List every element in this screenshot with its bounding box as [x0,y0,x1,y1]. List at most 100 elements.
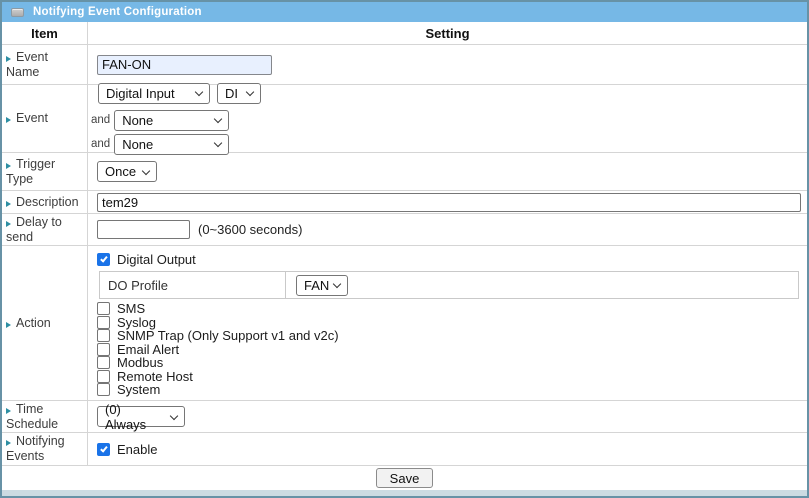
action-option-row: Remote Host [97,370,801,384]
action-label-text: Action [16,316,51,330]
checkmark-icon [100,254,107,262]
arrow-bullet-icon [6,117,11,123]
checkbox-digital-output[interactable] [97,253,110,266]
chevron-down-icon [170,411,178,419]
row-save: Save [2,466,807,490]
event-condition3-value: None [122,137,153,152]
action-option-row: SMS [97,302,801,316]
event-and-line-1: and None [91,110,229,131]
arrow-bullet-icon [6,221,11,227]
checkbox-modbus[interactable] [97,356,110,369]
chevron-down-icon [214,115,222,123]
arrow-bullet-icon [6,440,11,446]
time-schedule-setting: (0) Always [88,401,807,432]
event-name-label: Event Name [2,45,88,84]
bottom-frame-strip [2,490,807,496]
checkbox-system[interactable] [97,383,110,396]
column-header-setting: Setting [88,22,807,44]
page-title: Notifying Event Configuration [33,6,202,18]
description-label: Description [2,191,88,213]
checkmark-icon [100,444,107,452]
delay-to-send-label: Delay to send [2,214,88,245]
time-schedule-select[interactable]: (0) Always [97,406,185,427]
row-trigger-type: Trigger Type Once [2,153,807,191]
event-condition2-select[interactable]: None [114,110,229,131]
event-subtype-value: DI [225,86,238,101]
arrow-bullet-icon [6,322,11,328]
settings-table: Item Setting Event Name Event Digital In… [2,22,807,490]
row-event-name: Event Name [2,45,807,85]
arrow-bullet-icon [6,56,11,62]
checkbox-syslog[interactable] [97,316,110,329]
row-description: Description [2,191,807,214]
chevron-down-icon [195,88,203,96]
event-category-value: Digital Input [106,86,175,101]
checkbox-email-alert[interactable] [97,343,110,356]
event-primary-line: Digital Input DI [98,83,261,104]
checkbox-enable[interactable] [97,443,110,456]
notifying-event-configuration-window: Notifying Event Configuration Item Setti… [0,0,809,498]
enable-label: Enable [117,442,157,457]
delay-range-hint: (0~3600 seconds) [198,222,302,237]
and-label: and [91,138,110,150]
notifying-events-label-text: Notifying Events [6,434,65,463]
notifying-events-label: Notifying Events [2,433,88,465]
chevron-down-icon [142,166,150,174]
and-label: and [91,114,110,126]
arrow-bullet-icon [6,201,11,207]
delay-input[interactable] [97,220,190,239]
time-schedule-label-text: Time Schedule [6,402,58,431]
save-button[interactable]: Save [376,468,434,488]
time-schedule-value: (0) Always [105,402,164,432]
description-label-text: Description [16,195,79,209]
event-and-line-2: and None [91,134,229,155]
event-label: Event [2,85,88,152]
action-setting: Digital Output DO Profile FAN SMS [88,246,807,400]
event-name-input[interactable] [97,55,272,75]
row-delay-to-send: Delay to send (0~3600 seconds) [2,214,807,246]
checkbox-snmp-trap[interactable] [97,329,110,342]
table-header-row: Item Setting [2,22,807,45]
do-profile-subtable: DO Profile FAN [99,271,799,299]
trigger-type-label: Trigger Type [2,153,88,190]
event-category-select[interactable]: Digital Input [98,83,210,104]
event-name-label-text: Event Name [6,50,48,79]
event-name-setting [88,45,807,84]
checkbox-remote-host[interactable] [97,370,110,383]
time-schedule-label: Time Schedule [2,401,88,432]
digital-output-row: Digital Output [97,251,801,267]
chevron-down-icon [333,280,341,288]
checkbox-sms[interactable] [97,302,110,315]
arrow-bullet-icon [6,408,11,414]
row-action: Action Digital Output DO Profile FAN [2,246,807,401]
trigger-type-select[interactable]: Once [97,161,157,182]
row-event: Event Digital Input DI and None [2,85,807,153]
description-setting [88,191,807,213]
row-notifying-events: Notifying Events Enable [2,433,807,466]
description-input[interactable] [97,193,801,212]
chevron-down-icon [246,88,254,96]
delay-to-send-label-text: Delay to send [6,215,62,244]
event-subtype-select[interactable]: DI [217,83,261,104]
trigger-type-value: Once [105,164,136,179]
event-condition3-select[interactable]: None [114,134,229,155]
do-profile-setting: FAN [286,272,798,298]
action-option-row: SNMP Trap (Only Support v1 and v2c) [97,329,801,343]
do-profile-value: FAN [304,278,329,293]
window-icon [11,8,24,17]
chevron-down-icon [214,139,222,147]
arrow-bullet-icon [6,163,11,169]
option-label: System [117,382,160,397]
action-option-row: Syslog [97,316,801,330]
digital-output-label: Digital Output [117,252,196,267]
do-profile-select[interactable]: FAN [296,275,348,296]
action-option-row: System [97,383,801,397]
action-option-row: Email Alert [97,343,801,357]
save-button-container: Save [2,466,807,490]
trigger-type-label-text: Trigger Type [6,157,55,186]
event-label-text: Event [16,111,48,125]
title-bar: Notifying Event Configuration [2,2,807,22]
row-time-schedule: Time Schedule (0) Always [2,401,807,433]
action-option-row: Modbus [97,356,801,370]
delay-to-send-setting: (0~3600 seconds) [88,214,807,245]
